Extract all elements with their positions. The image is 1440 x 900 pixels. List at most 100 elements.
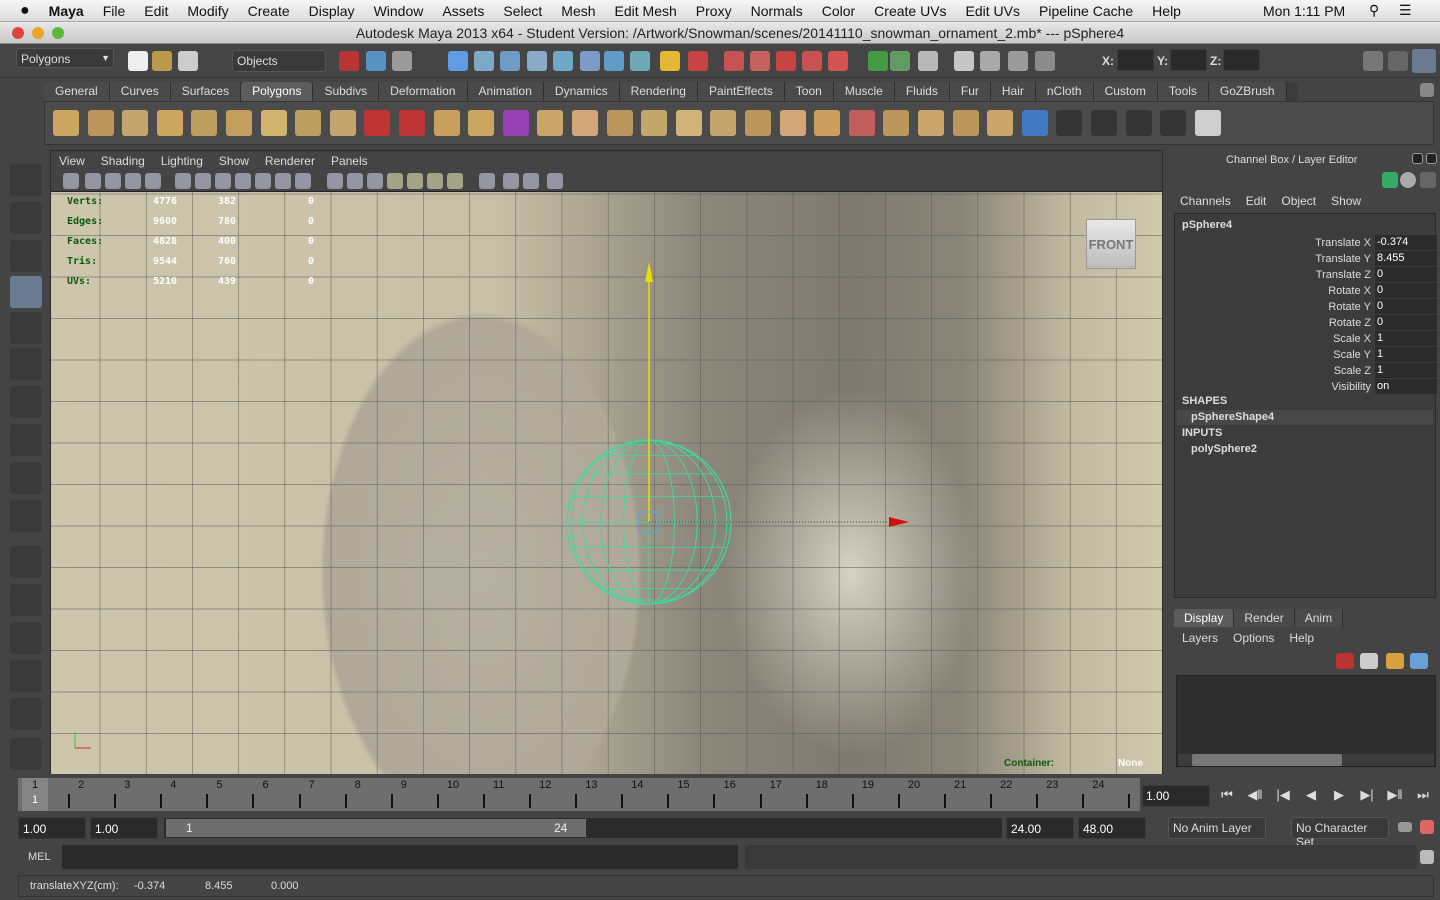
zoom-window-button[interactable] <box>52 27 64 39</box>
shape-node[interactable]: pSphereShape4 <box>1191 411 1274 423</box>
append-polygon-icon[interactable] <box>572 110 598 136</box>
shelf-tab-custom[interactable]: Custom <box>1093 82 1158 101</box>
channel-value[interactable]: 0 <box>1375 315 1437 330</box>
menu-edit[interactable]: Edit <box>144 3 168 19</box>
channel-value[interactable]: 1 <box>1375 347 1437 362</box>
x-input[interactable] <box>1117 49 1154 71</box>
shelf-tab-deformation[interactable]: Deformation <box>379 82 468 101</box>
channel-label[interactable]: Scale X <box>1333 331 1371 347</box>
character-set-dropdown[interactable]: No Character Set <box>1291 817 1389 849</box>
uv-auto-icon[interactable] <box>1160 110 1187 136</box>
render-settings-icon[interactable] <box>918 51 938 71</box>
close-panel-icon[interactable] <box>1426 153 1437 164</box>
selection-mode-field[interactable]: Objects <box>232 50 326 72</box>
wireframe-icon[interactable] <box>327 173 343 189</box>
four-view-layout-icon[interactable] <box>10 584 42 616</box>
channel-row[interactable]: Rotate Y 0 <box>1179 299 1437 315</box>
channel-value[interactable]: 0 <box>1375 299 1437 314</box>
close-window-button[interactable] <box>12 27 24 39</box>
select-by-hierarchy-icon[interactable] <box>339 51 359 71</box>
menu-edit-uvs[interactable]: Edit UVs <box>966 3 1020 19</box>
soft-modification-icon[interactable] <box>10 424 42 456</box>
offset-edge-loop-icon[interactable] <box>675 110 702 136</box>
step-forward-key-icon[interactable]: ▶| <box>1358 787 1376 803</box>
last-tool-icon[interactable] <box>10 500 42 532</box>
viewport-menu-lighting[interactable]: Lighting <box>153 151 211 171</box>
shadows-icon[interactable] <box>427 173 443 189</box>
shelf-tab-dynamics[interactable]: Dynamics <box>543 82 620 101</box>
arrow-icon[interactable] <box>1420 172 1436 188</box>
isolate-select-icon[interactable] <box>479 173 495 189</box>
menu-help[interactable]: Help <box>1152 3 1181 19</box>
shelf-tab-toon[interactable]: Toon <box>784 82 834 101</box>
uv-cylindrical-icon[interactable] <box>1091 110 1117 136</box>
channel-label[interactable]: Translate Y <box>1315 251 1371 267</box>
auto-key-icon[interactable] <box>1398 822 1412 832</box>
range-slider-handle[interactable] <box>166 819 586 837</box>
highlight-selection-icon[interactable] <box>688 51 708 71</box>
shelf-tab-curves[interactable]: Curves <box>109 82 171 101</box>
use-default-light-icon[interactable] <box>407 173 423 189</box>
channel-box-toggle-icon[interactable] <box>1412 49 1436 73</box>
channel-label[interactable]: Rotate Z <box>1329 315 1371 331</box>
channel-value[interactable]: 8.455 <box>1375 251 1437 266</box>
menu-edit-mesh[interactable]: Edit Mesh <box>615 3 677 19</box>
select-by-object-type-icon[interactable] <box>366 51 386 71</box>
z-input[interactable] <box>1223 49 1260 71</box>
menu-proxy[interactable]: Proxy <box>696 3 732 19</box>
uv-editor-icon[interactable] <box>1194 110 1221 136</box>
construction-history-icon[interactable] <box>724 51 744 71</box>
script-editor-icon[interactable] <box>1420 850 1434 864</box>
shelf-tab-fur[interactable]: Fur <box>949 82 991 101</box>
combine-icon[interactable] <box>364 110 391 136</box>
viewport-menu-panels[interactable]: Panels <box>323 151 376 171</box>
save-scene-icon[interactable] <box>178 51 198 71</box>
shelf-tab-subdivs[interactable]: Subdivs <box>313 82 380 101</box>
render-globals-icon[interactable] <box>1035 51 1055 71</box>
layer-menu-layers[interactable]: Layers <box>1182 631 1218 645</box>
minimize-window-button[interactable] <box>32 27 44 39</box>
output-ops-icon[interactable] <box>776 51 796 71</box>
channel-label[interactable]: Rotate Y <box>1328 299 1371 315</box>
shelf-tab-gozbrush[interactable]: GoZBrush <box>1208 82 1287 101</box>
shelf-tab-general[interactable]: General <box>44 82 110 101</box>
ipr-render-icon[interactable] <box>890 51 910 71</box>
viewport-menu-show[interactable]: Show <box>211 151 257 171</box>
menu-file[interactable]: File <box>103 3 126 19</box>
select-misc-icon[interactable] <box>630 51 650 71</box>
input-node[interactable]: polySphere2 <box>1191 443 1257 455</box>
go-to-start-icon[interactable]: ⏮ <box>1218 787 1236 803</box>
snap-live-icon[interactable] <box>553 51 573 71</box>
viewport-menu-view[interactable]: View <box>51 151 93 171</box>
new-layer-selected-icon[interactable] <box>1360 653 1378 669</box>
layer-down-icon[interactable] <box>1410 653 1428 669</box>
trash-icon[interactable] <box>1420 83 1434 97</box>
shelf-tab-animation[interactable]: Animation <box>467 82 544 101</box>
shelf-tab-polygons[interactable]: Polygons <box>241 82 314 101</box>
spotlight-search-icon[interactable]: ⚲ <box>1369 2 1379 19</box>
extract-icon[interactable] <box>433 110 460 136</box>
playback-start-field[interactable]: 1.00 <box>90 817 158 839</box>
separate-icon[interactable] <box>399 110 425 136</box>
channel-row[interactable]: Rotate Z 0 <box>1179 315 1437 331</box>
channel-value[interactable]: 0 <box>1375 283 1437 298</box>
apple-icon[interactable]: ● <box>20 2 30 20</box>
play-backwards-icon[interactable]: ◀ <box>1302 787 1320 803</box>
snap-point-icon[interactable] <box>500 51 520 71</box>
channel-label[interactable]: Scale Z <box>1334 363 1371 379</box>
poly-cube-icon[interactable] <box>87 110 114 136</box>
y-input[interactable] <box>1170 49 1207 71</box>
channel-label[interactable]: Translate X <box>1315 235 1371 251</box>
select-by-component-icon[interactable] <box>392 51 412 71</box>
menu-pipeline-cache[interactable]: Pipeline Cache <box>1039 3 1133 19</box>
boolean-icon[interactable] <box>468 110 495 136</box>
snap-view-plane-icon[interactable] <box>527 51 547 71</box>
attribute-editor-icon[interactable] <box>1363 51 1383 71</box>
select-camera-icon[interactable] <box>63 173 79 189</box>
grid-icon[interactable] <box>175 173 191 189</box>
notification-list-icon[interactable]: ☰ <box>1399 2 1412 19</box>
shading-toggle-icon[interactable] <box>1400 172 1416 188</box>
poly-cylinder-icon[interactable] <box>122 110 149 136</box>
perspective-outliner-layout-icon[interactable] <box>10 622 42 654</box>
channel-row[interactable]: Scale Y 1 <box>1179 347 1437 363</box>
